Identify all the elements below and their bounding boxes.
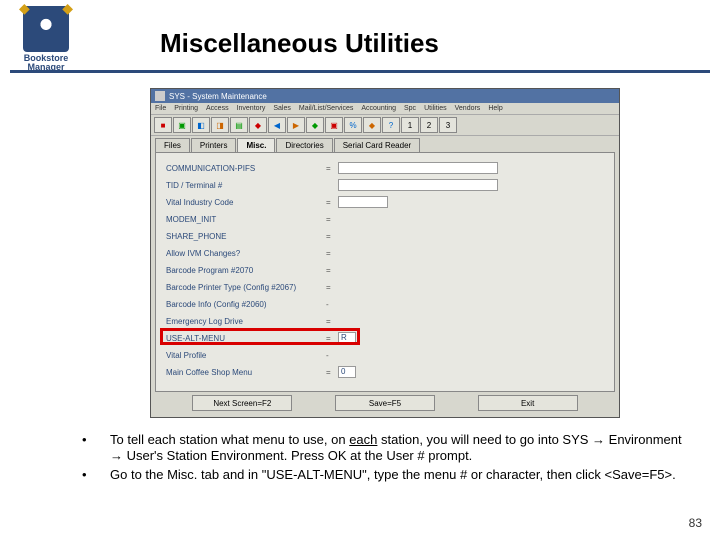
- field-label: TID / Terminal #: [166, 181, 326, 190]
- button-savef5[interactable]: Save=F5: [335, 395, 435, 411]
- field-row-3: MODEM_INIT=: [166, 212, 604, 226]
- toolbar-button-8[interactable]: ◆: [306, 117, 324, 133]
- field-label: Barcode Program #2070: [166, 266, 326, 275]
- field-row-12: Main Coffee Shop Menu=0: [166, 365, 604, 379]
- toolbar-button-2[interactable]: ◧: [192, 117, 210, 133]
- field-label: Vital Profile: [166, 351, 326, 360]
- bullet-text: Go to the Misc. tab and in "USE-ALT-MENU…: [110, 467, 692, 483]
- field-input[interactable]: [338, 179, 498, 191]
- field-row-2: Vital Industry Code=: [166, 195, 604, 209]
- menubar: File Printing Access Inventory Sales Mail/Lis…: [151, 103, 619, 115]
- field-input[interactable]: [338, 162, 498, 174]
- field-label: MODEM_INIT: [166, 215, 326, 224]
- field-label: Barcode Printer Type (Config #2067): [166, 283, 326, 292]
- menu-access[interactable]: Access: [206, 105, 229, 112]
- equals-sign: -: [326, 300, 338, 309]
- bullet-item: •Go to the Misc. tab and in "USE-ALT-MEN…: [82, 467, 692, 483]
- menu-accounting[interactable]: Accounting: [361, 105, 396, 112]
- toolbar-button-9[interactable]: ▣: [325, 117, 343, 133]
- equals-sign: =: [326, 232, 338, 241]
- field-label: USE-ALT-MENU: [166, 334, 326, 343]
- field-input[interactable]: [338, 196, 388, 208]
- field-input[interactable]: 0: [338, 366, 356, 378]
- field-label: SHARE_PHONE: [166, 232, 326, 241]
- field-row-7: Barcode Printer Type (Config #2067)=: [166, 280, 604, 294]
- menu-help[interactable]: Help: [488, 105, 502, 112]
- equals-sign: =: [326, 164, 338, 173]
- button-nextscreenf2[interactable]: Next Screen=F2: [192, 395, 292, 411]
- bullet-mark: •: [82, 467, 110, 483]
- toolbar-button-11[interactable]: ◆: [363, 117, 381, 133]
- form-panel: COMMUNICATION-PIFS=TID / Terminal #Vital…: [155, 152, 615, 392]
- field-label: Barcode Info (Config #2060): [166, 300, 326, 309]
- toolbar-button-5[interactable]: ◆: [249, 117, 267, 133]
- equals-sign: =: [326, 334, 338, 343]
- field-label: Emergency Log Drive: [166, 317, 326, 326]
- field-row-6: Barcode Program #2070=: [166, 263, 604, 277]
- equals-sign: -: [326, 351, 338, 360]
- toolbar-button-13[interactable]: 1: [401, 117, 419, 133]
- field-row-8: Barcode Info (Config #2060)-: [166, 297, 604, 311]
- bullet-text: To tell each station what menu to use, o…: [110, 432, 692, 465]
- toolbar-button-0[interactable]: ■: [154, 117, 172, 133]
- toolbar-button-12[interactable]: ?: [382, 117, 400, 133]
- menu-spc[interactable]: Spc: [404, 105, 416, 112]
- toolbar-button-14[interactable]: 2: [420, 117, 438, 133]
- field-row-10: USE-ALT-MENU=R: [166, 331, 604, 345]
- equals-sign: =: [326, 249, 338, 258]
- toolbar-button-4[interactable]: ▤: [230, 117, 248, 133]
- field-label: Vital Industry Code: [166, 198, 326, 207]
- instruction-bullets: •To tell each station what menu to use, …: [82, 432, 692, 485]
- button-exit[interactable]: Exit: [478, 395, 578, 411]
- tab-printers[interactable]: Printers: [191, 138, 237, 152]
- equals-sign: =: [326, 266, 338, 275]
- button-bar: Next Screen=F2 Save=F5 Exit: [151, 395, 619, 411]
- field-input[interactable]: R: [338, 332, 356, 344]
- equals-sign: =: [326, 368, 338, 377]
- bookstore-manager-logo: BookstoreManager: [10, 6, 82, 76]
- field-label: Main Coffee Shop Menu: [166, 368, 326, 377]
- menu-utilities[interactable]: Utilities: [424, 105, 447, 112]
- tab-strip: FilesPrintersMisc.DirectoriesSerial Card…: [151, 136, 619, 152]
- app-icon: [155, 91, 165, 101]
- field-label: COMMUNICATION-PIFS: [166, 164, 326, 173]
- bullet-item: •To tell each station what menu to use, …: [82, 432, 692, 465]
- system-maintenance-window: SYS - System Maintenance File Printing Acc…: [150, 88, 620, 418]
- field-row-1: TID / Terminal #: [166, 178, 604, 192]
- window-title: SYS - System Maintenance: [169, 92, 267, 101]
- tab-serialcardreader[interactable]: Serial Card Reader: [334, 138, 420, 152]
- field-row-5: Allow IVM Changes?=: [166, 246, 604, 260]
- menu-sales[interactable]: Sales: [273, 105, 291, 112]
- toolbar-button-6[interactable]: ◀: [268, 117, 286, 133]
- slide-title: Miscellaneous Utilities: [160, 28, 439, 59]
- equals-sign: =: [326, 317, 338, 326]
- equals-sign: =: [326, 198, 338, 207]
- toolbar-button-10[interactable]: %: [344, 117, 362, 133]
- equals-sign: =: [326, 283, 338, 292]
- menu-printing[interactable]: Printing: [174, 105, 198, 112]
- equals-sign: =: [326, 215, 338, 224]
- menu-inventory[interactable]: Inventory: [237, 105, 266, 112]
- logo-image: [23, 6, 69, 52]
- tab-directories[interactable]: Directories: [276, 138, 332, 152]
- toolbar-button-3[interactable]: ◨: [211, 117, 229, 133]
- bullet-mark: •: [82, 432, 110, 465]
- menu-file[interactable]: File: [155, 105, 166, 112]
- menu-vendors[interactable]: Vendors: [455, 105, 481, 112]
- menu-maillistservices[interactable]: Mail/List/Services: [299, 105, 353, 112]
- toolbar-button-7[interactable]: ▶: [287, 117, 305, 133]
- window-titlebar: SYS - System Maintenance: [151, 89, 619, 103]
- field-row-0: COMMUNICATION-PIFS=: [166, 161, 604, 175]
- field-label: Allow IVM Changes?: [166, 249, 326, 258]
- title-rule: [10, 70, 710, 73]
- toolbar-button-1[interactable]: ▣: [173, 117, 191, 133]
- tab-misc[interactable]: Misc.: [237, 138, 275, 152]
- page-number: 83: [689, 516, 702, 530]
- toolbar-button-15[interactable]: 3: [439, 117, 457, 133]
- tab-files[interactable]: Files: [155, 138, 190, 152]
- toolbar: ■▣◧◨▤◆◀▶◆▣%◆?123: [151, 115, 619, 136]
- field-row-11: Vital Profile-: [166, 348, 604, 362]
- field-row-9: Emergency Log Drive=: [166, 314, 604, 328]
- field-row-4: SHARE_PHONE=: [166, 229, 604, 243]
